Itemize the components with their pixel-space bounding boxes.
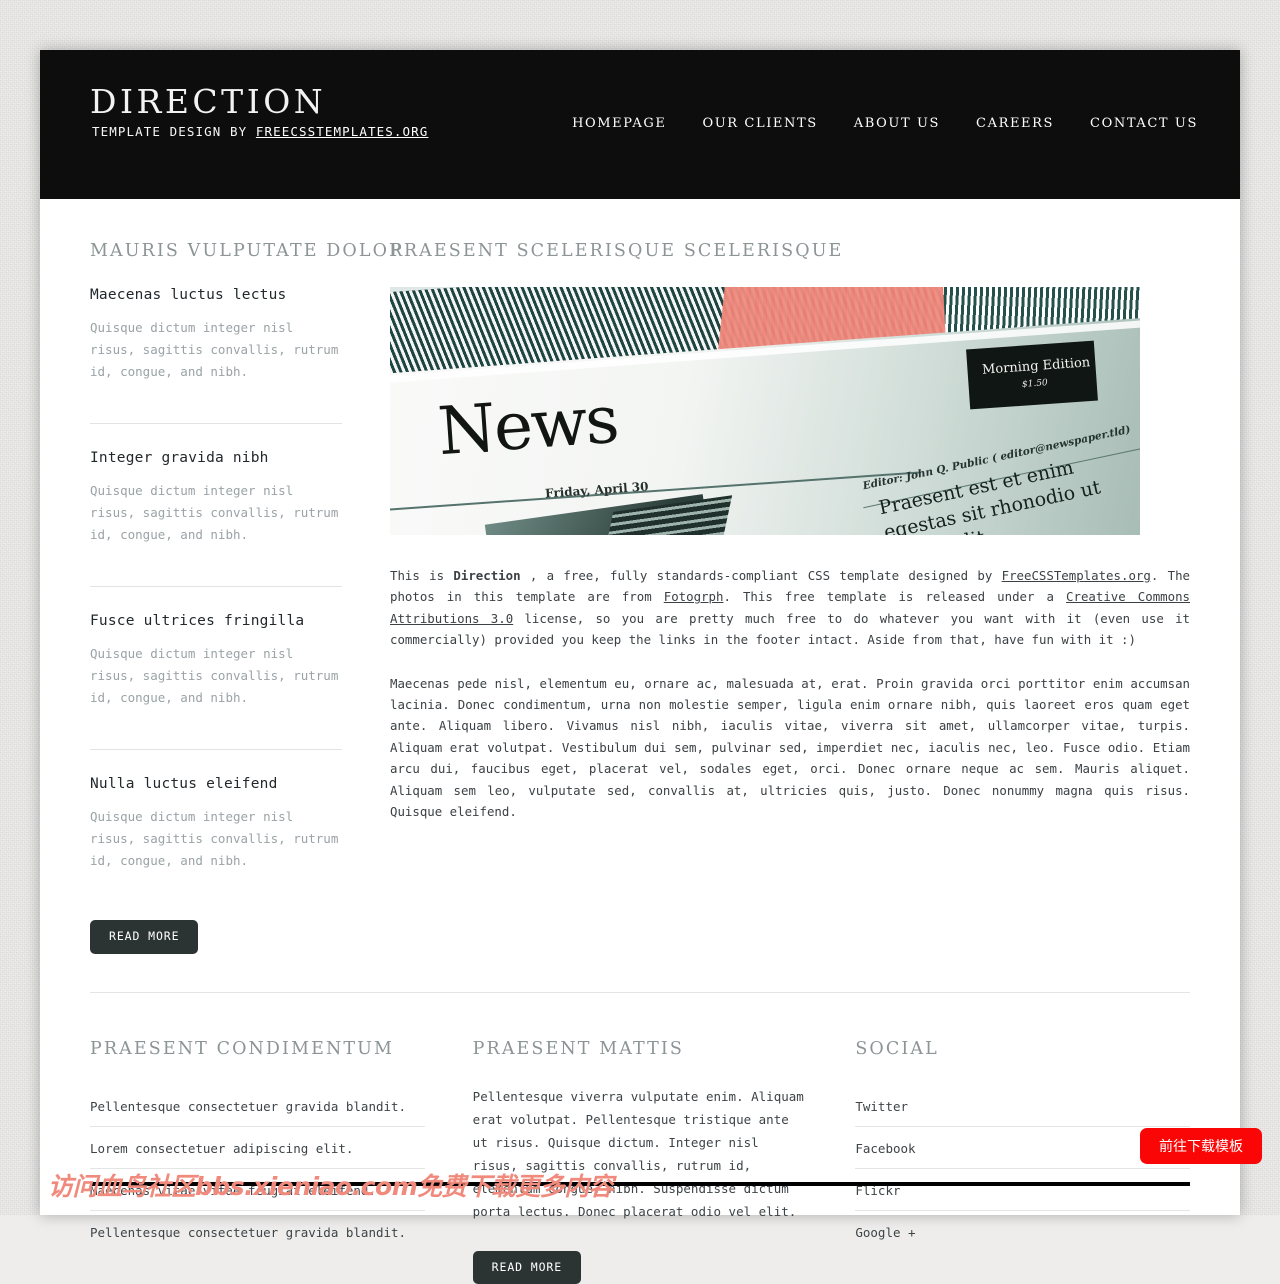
footer-col1-link-4[interactable]: Pellentesque consectetuer gravida blandi… <box>90 1225 406 1240</box>
footer-col1-heading: PRAESENT CONDIMENTUM <box>90 1039 425 1059</box>
tagline-link[interactable]: FREECSSTEMPLATES.ORG <box>256 124 429 139</box>
footer-column-condimentum: PRAESENT CONDIMENTUM Pellentesque consec… <box>90 1039 473 1284</box>
sidebar-item[interactable]: Nulla luctus eleifend Quisque dictum int… <box>90 749 342 912</box>
list-item[interactable]: Pellentesque consectetuer gravida blandi… <box>90 1211 425 1252</box>
lorem-paragraph: Maecenas pede nisl, elementum eu, ornare… <box>390 673 1190 823</box>
top-columns: MAURIS VULPUTATE DOLOR Maecenas luctus l… <box>90 199 1190 954</box>
main-content: PRAESENT SCELERISQUE SCELERISQUE News Fr… <box>390 241 1190 954</box>
sidebar-item-title[interactable]: Fusce ultrices fringilla <box>90 613 342 629</box>
sidebar-item[interactable]: Fusce ultrices fringilla Quisque dictum … <box>90 586 342 749</box>
watermark-text: 访问血鸟社区bbs.xieniao.com免费下载更多内容 <box>48 1167 613 1203</box>
sidebar-item-text: Quisque dictum integer nisl risus, sagit… <box>90 480 342 546</box>
footer-column-social: SOCIAL Twitter Facebook Flickr Google + <box>855 1039 1190 1284</box>
intro-paragraph: This is Direction , a free, fully standa… <box>390 565 1190 651</box>
list-item[interactable]: Twitter <box>855 1085 1190 1127</box>
social-link-facebook[interactable]: Facebook <box>855 1141 915 1156</box>
newspaper-edition-price: $1.50 <box>1022 378 1048 390</box>
nav-item-about-us[interactable]: ABOUT US <box>854 116 940 131</box>
list-item[interactable]: Lorem consectetuer adipiscing elit. <box>90 1127 425 1169</box>
main-heading: PRAESENT SCELERISQUE SCELERISQUE <box>390 241 1190 261</box>
sidebar-item[interactable]: Maecenas luctus lectus Quisque dictum in… <box>90 287 342 423</box>
nav-item-careers[interactable]: CAREERS <box>976 116 1054 131</box>
intro-text-1: This is <box>390 568 453 583</box>
list-item[interactable]: Pellentesque consectetuer gravida blandi… <box>90 1085 425 1127</box>
sidebar-item-text: Quisque dictum integer nisl risus, sagit… <box>90 806 342 872</box>
social-link-googleplus[interactable]: Google + <box>855 1225 915 1240</box>
intro-bold-name: Direction <box>453 568 520 583</box>
nav-item-our-clients[interactable]: OUR CLIENTS <box>702 116 817 131</box>
sidebar-item-text: Quisque dictum integer nisl risus, sagit… <box>90 643 342 709</box>
site-logo[interactable]: DIRECTION <box>90 85 428 120</box>
sidebar-item-title[interactable]: Integer gravida nibh <box>90 450 342 466</box>
sidebar: MAURIS VULPUTATE DOLOR Maecenas luctus l… <box>90 241 390 954</box>
sidebar-read-more-button[interactable]: READ MORE <box>90 920 198 954</box>
sidebar-heading: MAURIS VULPUTATE DOLOR <box>90 241 342 261</box>
social-link-twitter[interactable]: Twitter <box>855 1099 908 1114</box>
nav-item-contact-us[interactable]: CONTACT US <box>1090 116 1198 131</box>
footer-read-more-button[interactable]: READ MORE <box>473 1251 581 1284</box>
footer-social-list: Twitter Facebook Flickr Google + <box>855 1085 1190 1252</box>
content-wrapper: MAURIS VULPUTATE DOLOR Maecenas luctus l… <box>40 199 1240 1284</box>
link-fotogrph[interactable]: Fotogrph <box>664 589 724 604</box>
intro-text-4: . This free template is released under a <box>723 589 1066 604</box>
site-tagline: TEMPLATE DESIGN BY FREECSSTEMPLATES.ORG <box>92 124 428 139</box>
sidebar-item-text: Quisque dictum integer nisl risus, sagit… <box>90 317 342 383</box>
sidebar-item[interactable]: Integer gravida nibh Quisque dictum inte… <box>90 423 342 586</box>
footer-column-mattis: PRAESENT MATTIS Pellentesque viverra vul… <box>473 1039 856 1284</box>
nav-item-homepage[interactable]: HOMEPAGE <box>572 116 666 131</box>
download-template-button[interactable]: 前往下载模板 <box>1140 1128 1262 1164</box>
sidebar-item-title[interactable]: Maecenas luctus lectus <box>90 287 342 303</box>
newspaper-photo: News Friday, April 30 Morning Edition $1… <box>390 287 1140 535</box>
newspaper-masthead: News <box>436 387 619 465</box>
list-item[interactable]: Google + <box>855 1211 1190 1252</box>
list-item[interactable]: Flickr <box>855 1169 1190 1211</box>
footer-col2-heading: PRAESENT MATTIS <box>473 1039 808 1059</box>
logo-block[interactable]: DIRECTION TEMPLATE DESIGN BY FREECSSTEMP… <box>90 85 428 139</box>
site-header: DIRECTION TEMPLATE DESIGN BY FREECSSTEMP… <box>40 50 1240 199</box>
tagline-prefix: TEMPLATE DESIGN BY <box>92 124 247 139</box>
link-freecsstemplates[interactable]: FreeCSSTemplates.org <box>1002 568 1151 583</box>
footer-col1-link-2[interactable]: Lorem consectetuer adipiscing elit. <box>90 1141 353 1156</box>
main-navigation[interactable]: HOMEPAGE OUR CLIENTS ABOUT US CAREERS CO… <box>572 116 1198 131</box>
footer-col3-heading: SOCIAL <box>855 1039 1190 1059</box>
sidebar-item-title[interactable]: Nulla luctus eleifend <box>90 776 342 792</box>
footer-col1-link-1[interactable]: Pellentesque consectetuer gravida blandi… <box>90 1099 406 1114</box>
page-container: DIRECTION TEMPLATE DESIGN BY FREECSSTEMP… <box>40 50 1240 1215</box>
footer-columns: PRAESENT CONDIMENTUM Pellentesque consec… <box>90 993 1190 1284</box>
intro-text-2: , a free, fully standards-compliant CSS … <box>521 568 1002 583</box>
